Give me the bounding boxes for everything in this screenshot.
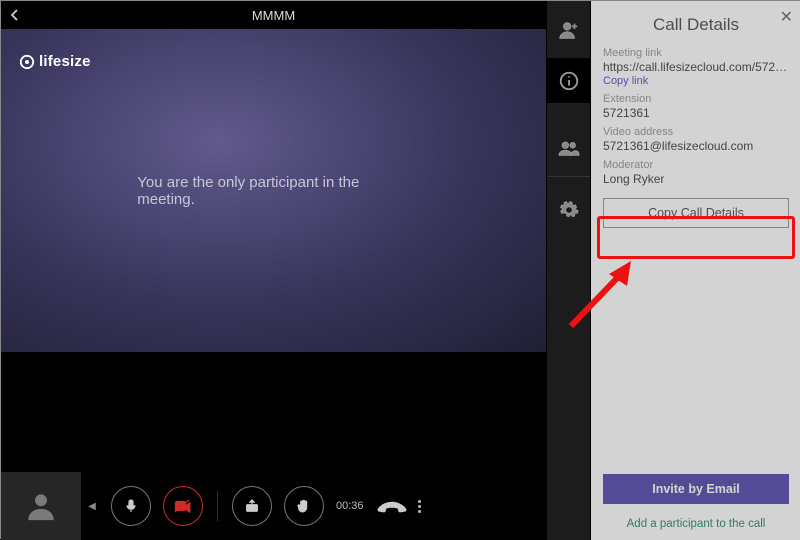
invite-by-email-button[interactable]: Invite by Email (603, 474, 789, 504)
participant-message: You are the only participant in the meet… (137, 174, 410, 208)
video-address-label: Video address (603, 126, 789, 138)
call-details-panel: ✕ Call Details Meeting link https://call… (591, 1, 800, 540)
add-participant-link[interactable]: Add a participant to the call (591, 518, 800, 530)
separator (217, 491, 218, 521)
moderator-value: Long Ryker (603, 172, 789, 186)
call-duration: 00:36 (336, 500, 364, 512)
self-view-thumb[interactable] (1, 472, 81, 540)
mute-mic-button[interactable] (111, 486, 151, 526)
room-title: MMMM (1, 8, 546, 23)
lifesize-logo: lifesize (19, 53, 91, 70)
side-divider (547, 176, 590, 177)
main-area: MMMM lifesize You are the only participa… (1, 1, 546, 540)
add-participant-icon[interactable] (546, 7, 591, 52)
raise-hand-button[interactable] (284, 486, 324, 526)
info-icon[interactable] (546, 58, 591, 103)
copy-call-details-button[interactable]: Copy Call Details (603, 198, 789, 228)
copy-link[interactable]: Copy link (603, 75, 789, 87)
panel-title: Call Details (603, 15, 789, 35)
topbar: MMMM (1, 1, 546, 29)
video-area: lifesize You are the only participant in… (1, 29, 546, 352)
meeting-link-value: https://call.lifesizecloud.com/57213... (603, 60, 789, 74)
side-strip (546, 1, 591, 540)
participants-icon[interactable] (546, 125, 591, 170)
share-button[interactable] (232, 486, 272, 526)
settings-icon[interactable] (546, 187, 591, 232)
meeting-link-label: Meeting link (603, 47, 789, 59)
hang-up-button[interactable] (372, 486, 412, 526)
video-address-value: 5721361@lifesizecloud.com (603, 139, 789, 153)
bottom-bar: ◀ 00:36 (1, 472, 546, 540)
more-options-button[interactable] (418, 500, 421, 513)
logo-text: lifesize (39, 53, 91, 70)
moderator-label: Moderator (603, 159, 789, 171)
expand-self-view[interactable]: ◀ (85, 501, 99, 512)
extension-label: Extension (603, 93, 789, 105)
close-panel-button[interactable]: ✕ (780, 7, 793, 27)
below-video-filler (1, 352, 546, 472)
extension-value: 5721361 (603, 106, 789, 120)
camera-off-button[interactable] (163, 486, 203, 526)
